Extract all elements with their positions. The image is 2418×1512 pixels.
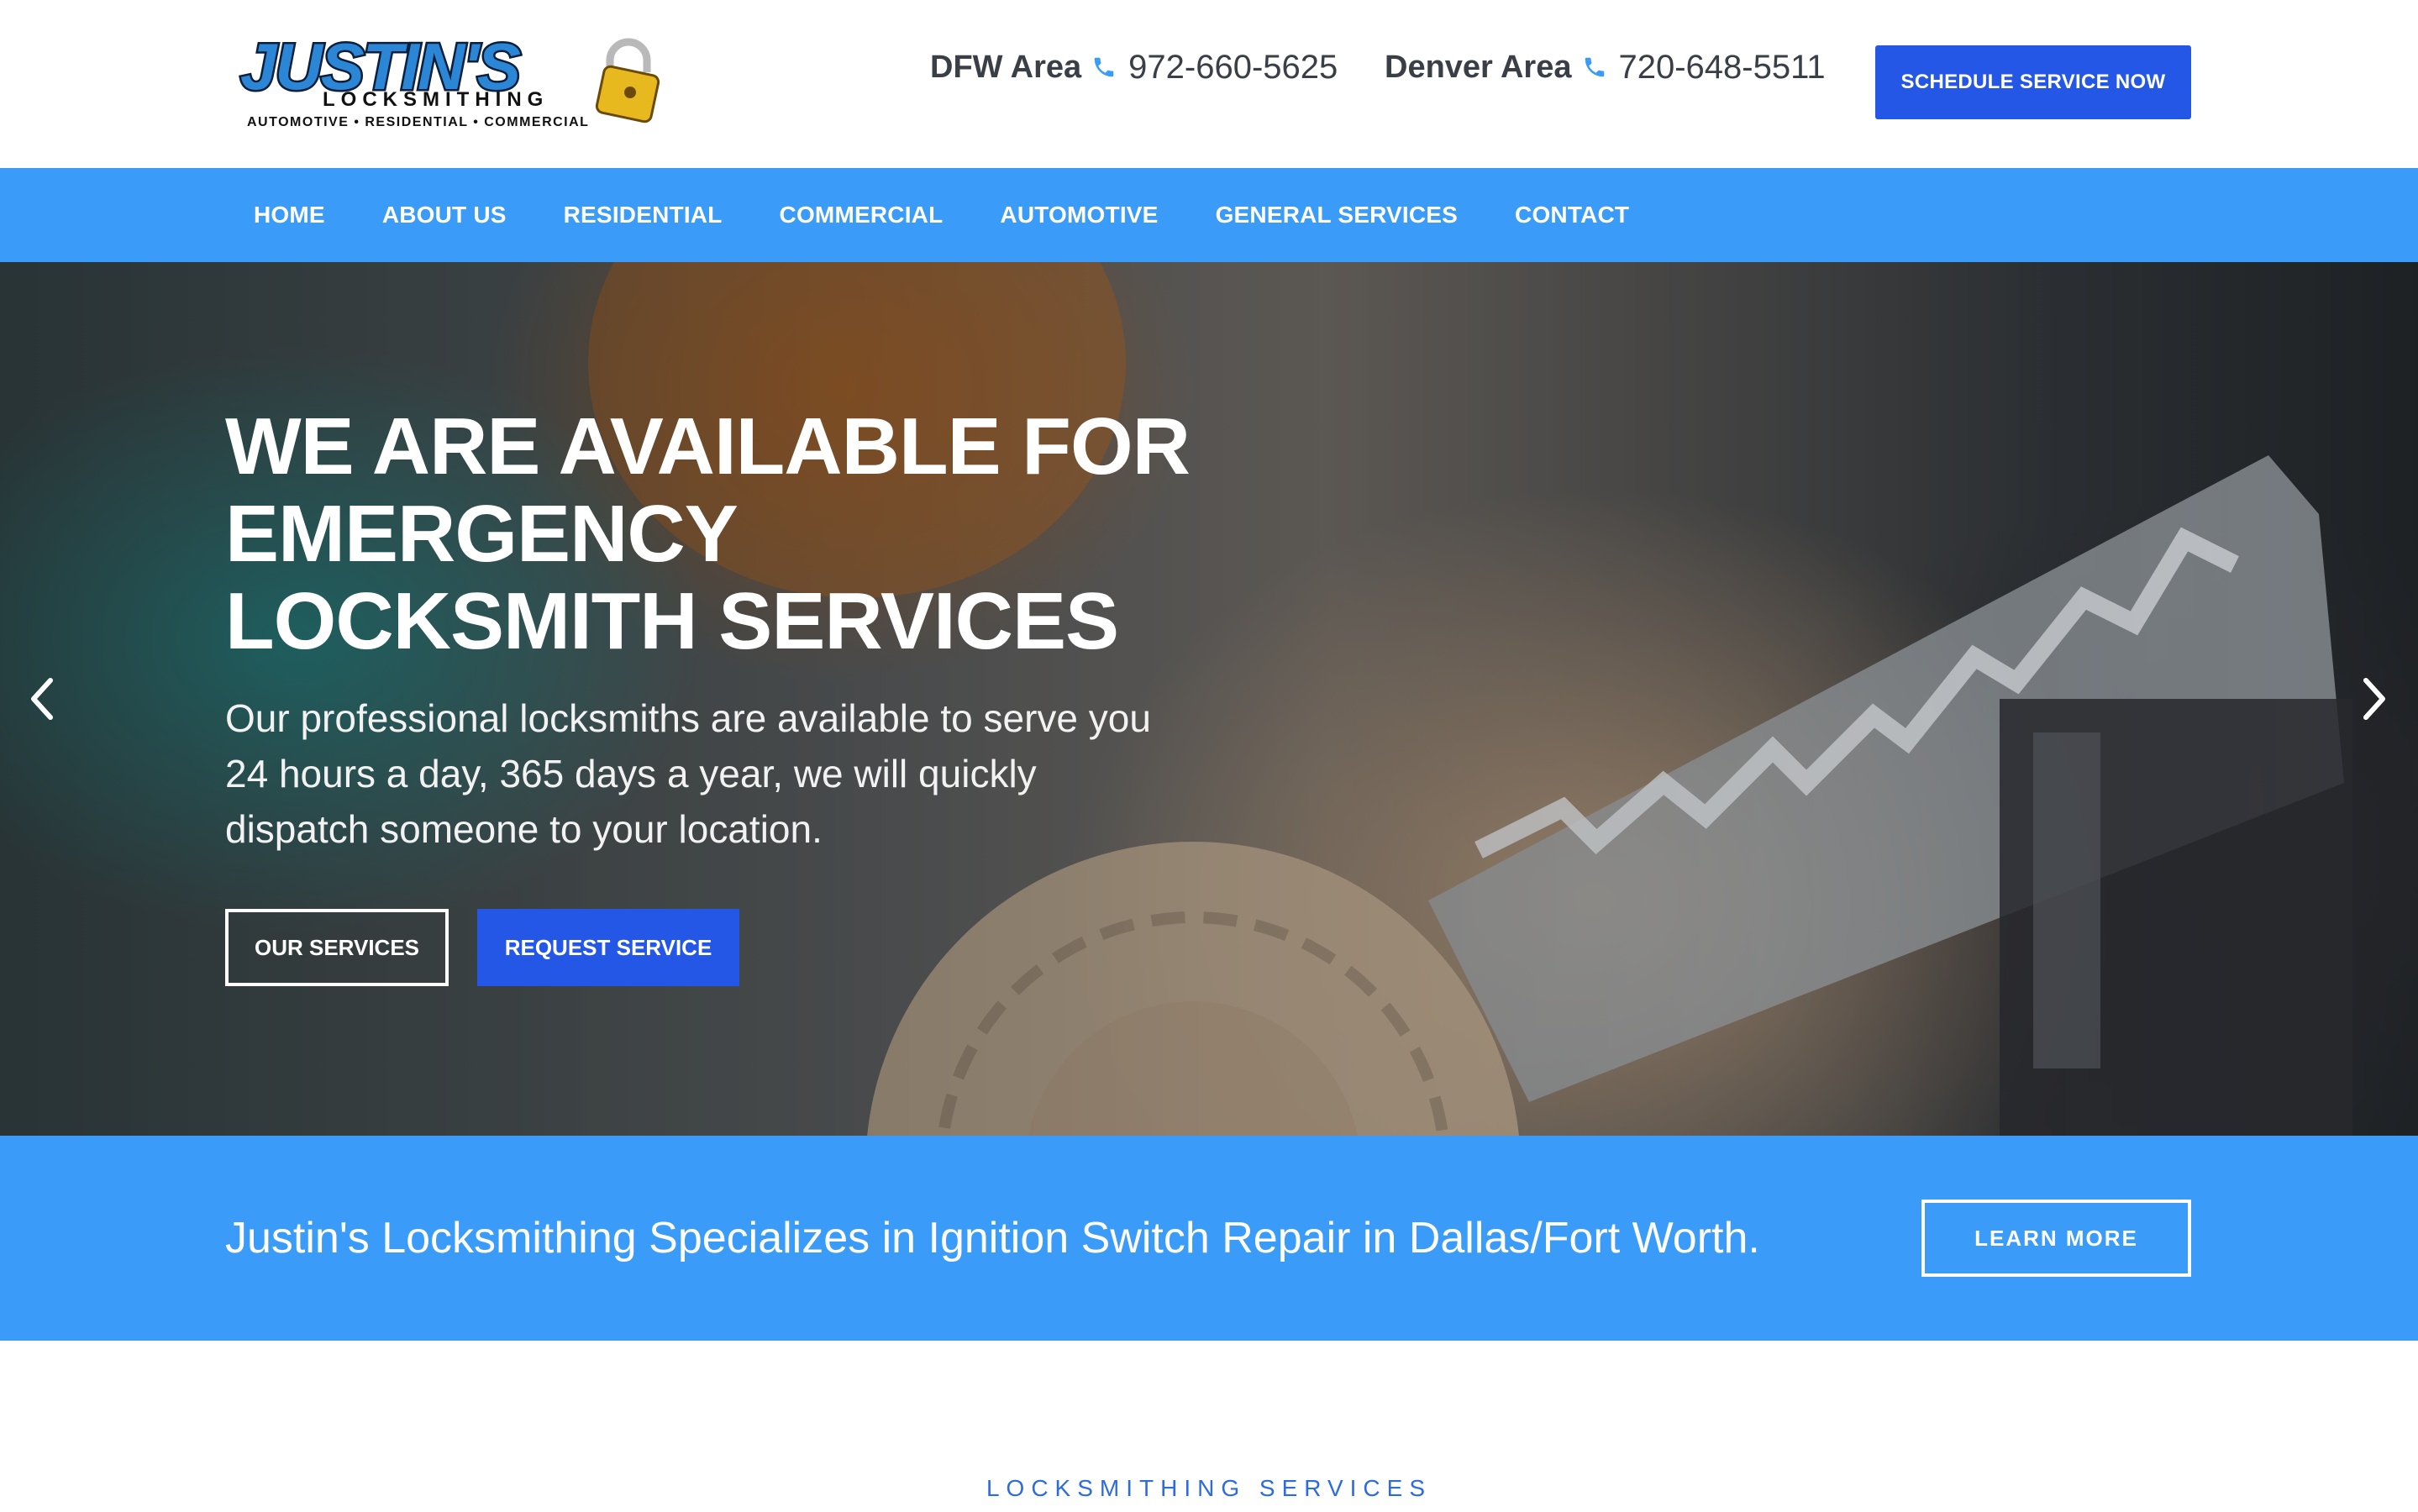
our-services-button[interactable]: OUR SERVICES xyxy=(225,909,449,986)
phone-number[interactable]: 972-660-5625 xyxy=(1128,49,1338,87)
nav-item-general-services[interactable]: GENERAL SERVICES xyxy=(1187,202,1486,228)
phone-icon xyxy=(1091,55,1117,80)
nav-item-home[interactable]: HOME xyxy=(225,202,354,228)
phone-area-label: Denver Area xyxy=(1385,49,1572,85)
logo-graphic: JUSTIN'S LOCKSMITHING AUTOMOTIVE • RESID… xyxy=(239,32,660,129)
promo-band: Justin's Locksmithing Specializes in Ign… xyxy=(0,1136,2418,1341)
svg-text:AUTOMOTIVE • RESIDENTIAL • COM: AUTOMOTIVE • RESIDENTIAL • COMMERCIAL xyxy=(247,115,589,129)
nav-item-automotive[interactable]: AUTOMOTIVE xyxy=(971,202,1186,228)
request-service-button[interactable]: REQUEST SERVICE xyxy=(477,909,739,986)
hero-slider: WE ARE AVAILABLE FOR EMERGENCY LOCKSMITH… xyxy=(0,262,2418,1136)
phone-icon xyxy=(1582,55,1607,80)
site-header: JUSTIN'S LOCKSMITHING AUTOMOTIVE • RESID… xyxy=(0,0,2418,168)
nav-item-residential[interactable]: RESIDENTIAL xyxy=(535,202,751,228)
svg-text:LOCKSMITHING: LOCKSMITHING xyxy=(323,88,549,111)
learn-more-button[interactable]: LEARN MORE xyxy=(1921,1200,2191,1277)
site-logo[interactable]: JUSTIN'S LOCKSMITHING AUTOMOTIVE • RESID… xyxy=(234,32,670,133)
promo-text: Justin's Locksmithing Specializes in Ign… xyxy=(225,1214,1760,1263)
chevron-right-icon[interactable] xyxy=(2349,657,2400,741)
hero-title-line: WE ARE AVAILABLE FOR xyxy=(225,402,1191,491)
phone-dfw[interactable]: DFW Area 972-660-5625 xyxy=(930,45,1338,89)
phone-area-label: DFW Area xyxy=(930,49,1082,85)
services-section-label: LOCKSMITHING SERVICES xyxy=(986,1475,1432,1501)
nav-item-contact[interactable]: CONTACT xyxy=(1486,202,1658,228)
chevron-left-icon[interactable] xyxy=(17,657,67,741)
hero-title-line: LOCKSMITH SERVICES xyxy=(225,576,1119,666)
phone-number[interactable]: 720-648-5511 xyxy=(1619,49,1826,87)
services-section: LOCKSMITHING SERVICES xyxy=(0,1341,2418,1512)
phone-denver[interactable]: Denver Area 720-648-5511 xyxy=(1385,45,1826,89)
nav-item-commercial[interactable]: COMMERCIAL xyxy=(751,202,972,228)
hero-subtitle: Our professional locksmiths are availabl… xyxy=(225,696,1151,851)
hero-title-line: EMERGENCY xyxy=(225,489,739,579)
hero-title: WE ARE AVAILABLE FOR EMERGENCY LOCKSMITH… xyxy=(225,403,1233,665)
nav-item-about-us[interactable]: ABOUT US xyxy=(354,202,535,228)
main-nav: HOME ABOUT US RESIDENTIAL COMMERCIAL AUT… xyxy=(0,168,2418,262)
schedule-service-button[interactable]: SCHEDULE SERVICE NOW xyxy=(1875,45,2191,119)
